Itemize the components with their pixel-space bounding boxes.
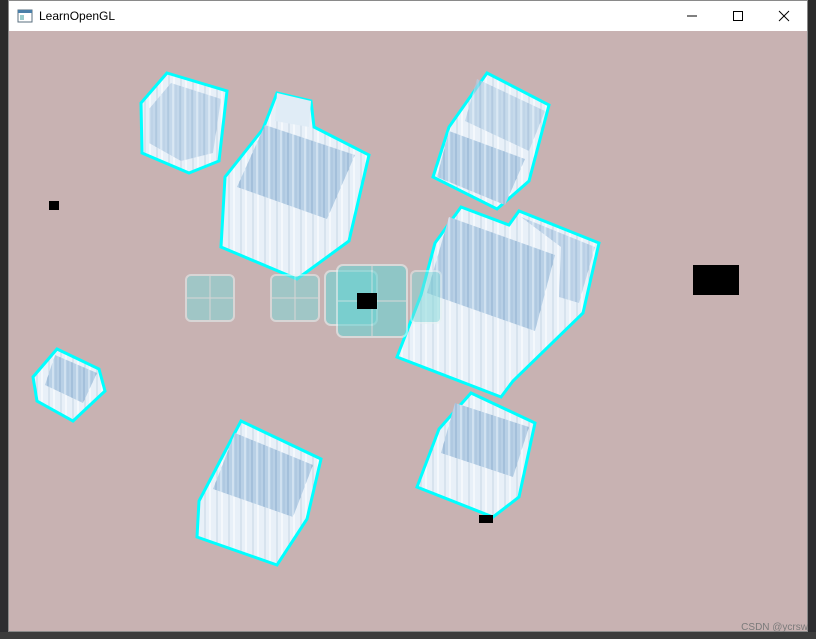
- close-button[interactable]: [761, 1, 807, 31]
- artifact-square: [693, 265, 739, 295]
- app-window: LearnOpenGL: [8, 0, 808, 632]
- window-quad: [185, 274, 235, 322]
- cube: [139, 71, 229, 175]
- maximize-icon: [733, 11, 743, 21]
- background-taskbar-strip: [0, 632, 816, 639]
- background-app-strip-left: [0, 480, 8, 639]
- window-quad: [410, 270, 442, 324]
- minimize-button[interactable]: [669, 1, 715, 31]
- cube: [195, 419, 323, 567]
- scene-render: [31, 71, 739, 567]
- window-quad: [270, 274, 320, 322]
- minimize-icon: [687, 15, 697, 17]
- cube: [219, 91, 371, 281]
- artifact-square: [49, 201, 59, 210]
- cube: [431, 71, 551, 211]
- close-icon: [778, 10, 790, 22]
- window-title: LearnOpenGL: [39, 9, 116, 23]
- cube: [31, 347, 107, 423]
- title-bar[interactable]: LearnOpenGL: [9, 1, 807, 31]
- background-app-strip-right: [808, 480, 816, 639]
- artifact-square: [357, 293, 377, 309]
- window-controls: [669, 1, 807, 31]
- opengl-viewport[interactable]: [9, 31, 807, 631]
- app-window-icon: [17, 9, 33, 23]
- artifact-square: [479, 515, 493, 523]
- watermark: CSDN @ycrsw: [741, 622, 808, 633]
- maximize-button[interactable]: [715, 1, 761, 31]
- cube: [415, 391, 537, 519]
